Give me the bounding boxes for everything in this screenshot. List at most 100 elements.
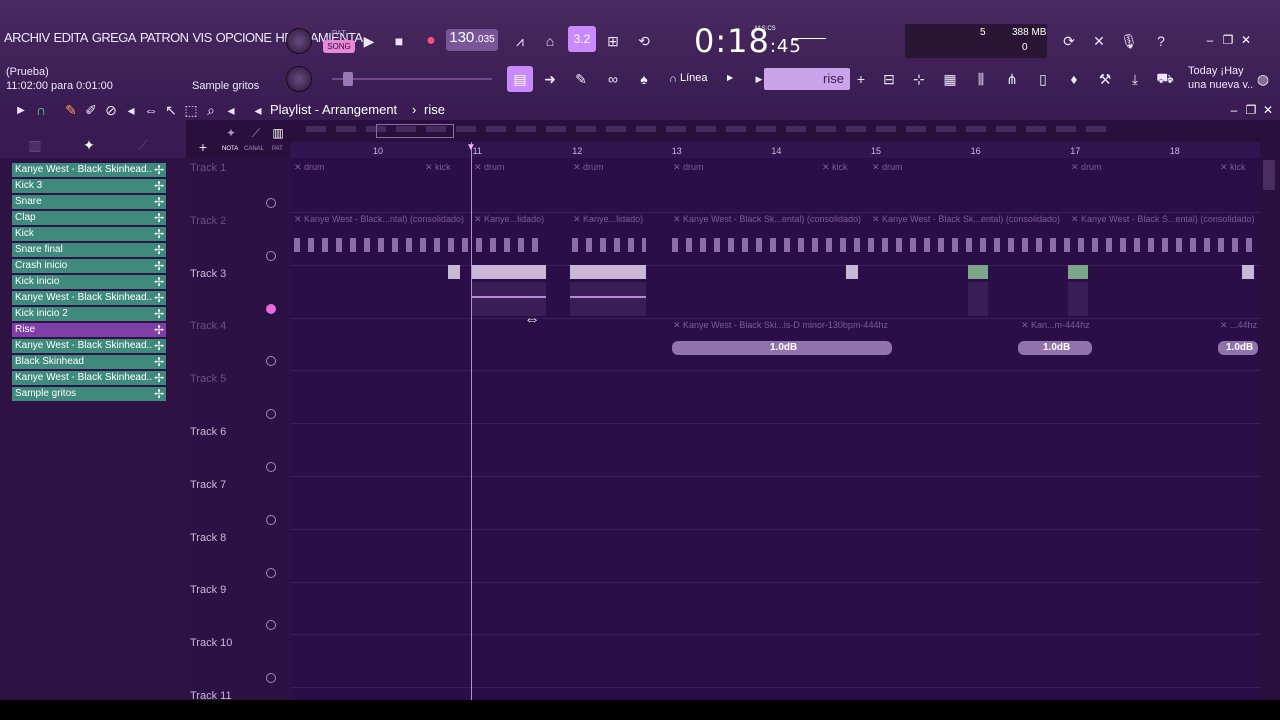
vertical-scrollbar[interactable] <box>1260 120 1280 700</box>
clip-label[interactable]: ✕ kick <box>1220 162 1246 173</box>
drag-handle-icon[interactable]: ✢ <box>154 259 164 273</box>
clip-label[interactable]: ✕ Kanye West - Black S...ental) (consoli… <box>1071 214 1254 225</box>
play-icon[interactable]: ▶ <box>356 28 382 54</box>
loop-record-icon[interactable]: ⟲ <box>631 28 657 54</box>
track-label[interactable]: Track 1 <box>190 162 226 174</box>
playhead[interactable] <box>471 142 472 700</box>
picker-item[interactable]: Snare ✢ <box>12 195 166 209</box>
picker-item[interactable]: Kanye West - Black Skinhead.. ✢ <box>12 371 166 385</box>
clip-label[interactable]: ✕ Kan...m-444hz <box>1021 320 1090 331</box>
pattern-clip[interactable] <box>1242 265 1254 279</box>
panic-refresh-icon[interactable]: ⟳ <box>1056 28 1082 54</box>
restore-icon[interactable]: ❐ <box>1220 32 1236 48</box>
drag-handle-icon[interactable]: ✢ <box>154 163 164 177</box>
wait-input-icon[interactable]: ⌂ <box>537 28 563 54</box>
scrollbar-thumb[interactable] <box>1263 160 1275 190</box>
playhead-marker-icon[interactable]: ▼ <box>466 142 476 153</box>
drag-handle-icon[interactable]: ✢ <box>154 275 164 289</box>
track-label[interactable]: Track 5 <box>190 373 226 385</box>
track-label[interactable]: Track 3 <box>190 268 226 280</box>
metronome-icon[interactable]: ⩘ <box>507 28 533 54</box>
track-enable-toggle[interactable] <box>266 250 276 261</box>
browser-icon[interactable]: ▯ <box>1030 66 1056 92</box>
clip-label[interactable]: ✕ drum <box>294 162 325 173</box>
picker-link-icon[interactable]: ⟋ <box>130 132 156 158</box>
menu-archivo[interactable]: ARCHIV <box>4 30 50 45</box>
clip-label[interactable]: ✕ drum <box>573 162 604 173</box>
link-icon[interactable]: ∞ <box>600 66 626 92</box>
pat-song-toggle[interactable]: PAT SONG <box>323 27 355 55</box>
help-icon[interactable]: ? <box>1148 28 1174 54</box>
track-label[interactable]: Track 9 <box>190 584 226 596</box>
picker-item[interactable]: Clap ✢ <box>12 211 166 225</box>
drag-handle-icon[interactable]: ✢ <box>154 355 164 369</box>
menu-vista[interactable]: VIS <box>192 30 212 45</box>
track-enable-toggle[interactable] <box>266 462 276 472</box>
drag-handle-icon[interactable]: ✢ <box>154 339 164 353</box>
pattern-clip[interactable] <box>448 265 460 279</box>
pattern-clip-body[interactable] <box>570 282 646 316</box>
menu-edita[interactable]: EDITA <box>54 30 89 45</box>
clip-label[interactable]: ✕ drum <box>1071 162 1102 173</box>
track-label[interactable]: Track 10 <box>190 637 232 649</box>
clip-label[interactable]: ✕ Kanye...lidado) <box>474 214 544 225</box>
menu-agrega[interactable]: GREGA <box>92 30 137 45</box>
picker-item[interactable]: Snare final ✢ <box>12 243 166 257</box>
drag-handle-icon[interactable]: ✢ <box>154 179 164 193</box>
step-edit-button[interactable]: 3.2 <box>568 26 596 52</box>
pattern-clip[interactable] <box>570 265 646 279</box>
record-icon[interactable]: ● <box>418 28 444 54</box>
minimize-icon[interactable]: – <box>1202 32 1218 48</box>
mixer-icon[interactable]: ⫼ <box>968 66 994 92</box>
picker-note-icon[interactable]: ✦ <box>218 120 244 146</box>
menu-patron[interactable]: PATRON <box>140 30 189 45</box>
playlist-close-icon[interactable]: ✕ <box>1260 102 1276 118</box>
track-label[interactable]: Track 4 <box>190 320 226 332</box>
master-volume-knob[interactable] <box>286 28 312 54</box>
picker-item[interactable]: Crash inicio ✢ <box>12 259 166 273</box>
touch-controller-icon[interactable]: ⚒ <box>1092 66 1118 92</box>
clip-label[interactable]: ✕ Kanye West - Black Sk...ental) (consol… <box>673 214 861 225</box>
clip-label[interactable]: ✕ Kanye West - Black Sk...ental) (consol… <box>872 214 1060 225</box>
pattern-clip-body[interactable] <box>968 282 988 316</box>
cart-icon[interactable]: ⛟ <box>1152 66 1178 92</box>
clip-label[interactable]: ✕ Kanye West - Black Ski...ls-D minor-13… <box>673 320 888 331</box>
picker-wave-icon[interactable]: ✦ <box>76 132 102 158</box>
track-enable-toggle[interactable] <box>266 303 276 314</box>
picker-item[interactable]: Kanye West - Black Skinhead.. ✢ <box>12 291 166 305</box>
master-pitch-knob[interactable] <box>286 66 312 92</box>
pattern-selector[interactable]: rise <box>764 68 850 90</box>
add-track-icon[interactable]: + <box>190 134 216 160</box>
picker-item[interactable]: Sample gritos ✢ <box>12 387 166 401</box>
clip-label[interactable]: ✕ drum <box>872 162 903 173</box>
pitch-slider-handle[interactable] <box>343 72 353 86</box>
drag-handle-icon[interactable]: ✢ <box>154 243 164 257</box>
drag-handle-icon[interactable]: ✢ <box>154 307 164 321</box>
clip-label[interactable]: ✕ ...44hz <box>1220 320 1257 331</box>
pitch-slider-track[interactable] <box>332 78 492 80</box>
globe-icon[interactable]: ◍ <box>1250 66 1276 92</box>
track-label[interactable]: Track 6 <box>190 426 226 438</box>
channel-rack-icon[interactable]: ▦ <box>937 66 963 92</box>
picker-keys-icon[interactable]: ▥ <box>265 120 291 146</box>
arrow-right-icon[interactable]: ➜ <box>537 66 563 92</box>
pattern-clip[interactable] <box>968 265 988 279</box>
picker-tab-nota[interactable]: NOTA <box>222 146 238 152</box>
plugin-picker-icon[interactable]: ⋔ <box>999 66 1025 92</box>
track-enable-toggle[interactable] <box>266 198 276 208</box>
drag-handle-icon[interactable]: ✢ <box>154 291 164 305</box>
clip-label[interactable]: ✕ drum <box>673 162 704 173</box>
brush-icon[interactable]: ✎ <box>568 66 594 92</box>
picker-piano-icon[interactable]: ▥ <box>22 132 48 158</box>
tempo-display[interactable]: 130.035 <box>446 29 498 51</box>
pattern-clip[interactable] <box>472 265 546 279</box>
drag-handle-icon[interactable]: ✢ <box>154 323 164 337</box>
clip-label[interactable]: ✕ kick <box>822 162 848 173</box>
picker-tab-pat[interactable]: PAT <box>272 146 283 152</box>
add-pattern-icon[interactable]: + <box>848 66 874 92</box>
playlist-view-icon[interactable]: ▤ <box>507 66 533 92</box>
drag-handle-icon[interactable]: ✢ <box>154 227 164 241</box>
clip-label[interactable]: ✕ Kanye West - Black...ntal) (consolidad… <box>294 214 464 225</box>
track-label[interactable]: Track 2 <box>190 215 226 227</box>
plugin-icon[interactable]: ♦ <box>1061 66 1087 92</box>
